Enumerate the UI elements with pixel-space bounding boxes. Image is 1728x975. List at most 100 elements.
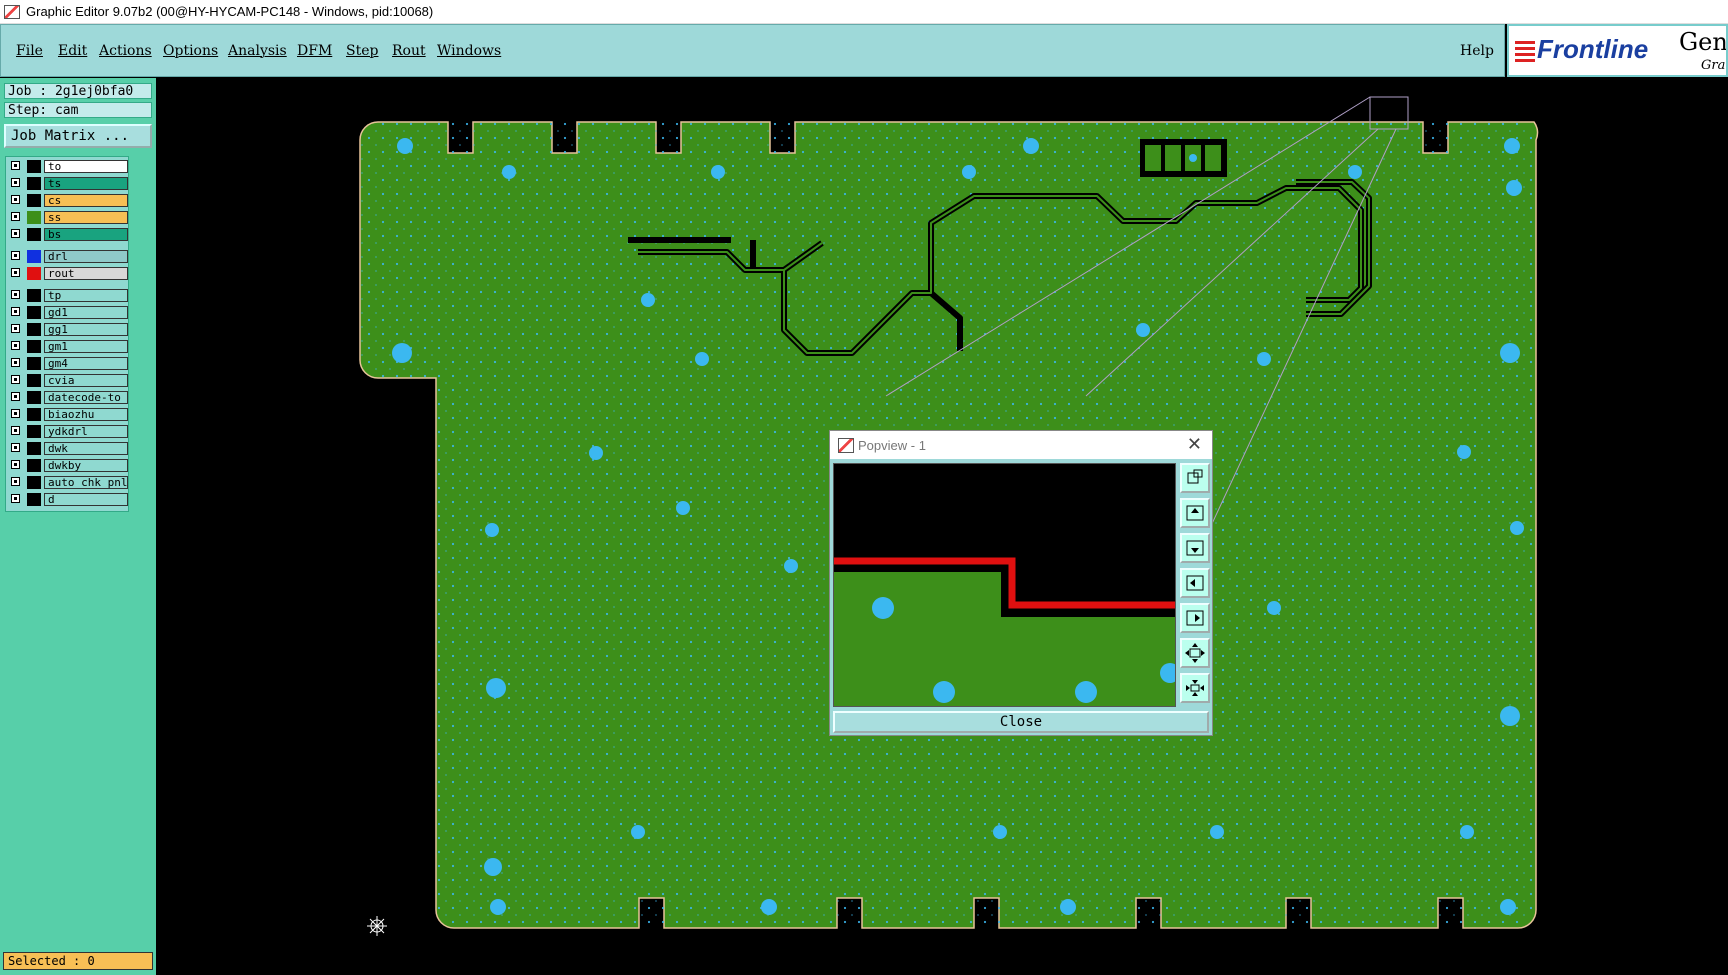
layer-checkbox[interactable] (11, 477, 20, 486)
layer-checkbox[interactable] (11, 392, 20, 401)
layer-color-swatch[interactable] (27, 459, 41, 472)
layer-name[interactable]: cvia (44, 374, 128, 387)
layer-name[interactable]: to (44, 160, 128, 173)
pan-left-button[interactable] (1180, 568, 1210, 598)
layer-color-swatch[interactable] (27, 476, 41, 489)
layer-checkbox[interactable] (11, 161, 20, 170)
layer-row-dwk[interactable]: dwk (6, 441, 128, 456)
layer-name[interactable]: datecode-to (44, 391, 128, 404)
layer-name[interactable]: tp (44, 289, 128, 302)
layer-name[interactable]: bs (44, 228, 128, 241)
layer-row-rout[interactable]: rout (6, 266, 128, 281)
layer-row-cs[interactable]: cs (6, 193, 128, 208)
layer-color-swatch[interactable] (27, 391, 41, 404)
layer-color-swatch[interactable] (27, 374, 41, 387)
layer-name[interactable]: dwk (44, 442, 128, 455)
layer-row-to[interactable]: to (6, 159, 128, 174)
layer-row-auto_chk_pnl[interactable]: auto_chk_pnl (6, 475, 128, 490)
layer-checkbox[interactable] (11, 195, 20, 204)
layer-color-swatch[interactable] (27, 425, 41, 438)
layer-name[interactable]: biaozhu (44, 408, 128, 421)
popview-close-button[interactable]: Close (833, 711, 1209, 733)
layer-row-ydkdrl[interactable]: ydkdrl (6, 424, 128, 439)
layer-row-biaozhu[interactable]: biaozhu (6, 407, 128, 422)
layer-checkbox[interactable] (11, 460, 20, 469)
layer-color-swatch[interactable] (27, 442, 41, 455)
layer-color-swatch[interactable] (27, 493, 41, 506)
layer-row-bs[interactable]: bs (6, 227, 128, 242)
layer-checkbox[interactable] (11, 178, 20, 187)
menu-edit[interactable]: Edit (58, 43, 87, 59)
layer-color-swatch[interactable] (27, 250, 41, 263)
layer-name[interactable]: gg1 (44, 323, 128, 336)
layer-checkbox[interactable] (11, 409, 20, 418)
menu-step[interactable]: Step (346, 43, 378, 59)
layer-name[interactable]: ydkdrl (44, 425, 128, 438)
layer-row-drl[interactable]: drl (6, 249, 128, 264)
layer-checkbox[interactable] (11, 375, 20, 384)
layer-color-swatch[interactable] (27, 267, 41, 280)
layer-color-swatch[interactable] (27, 408, 41, 421)
menu-dfm[interactable]: DFM (297, 43, 332, 59)
layer-name[interactable]: ts (44, 177, 128, 190)
layer-name[interactable]: auto_chk_pnl (44, 476, 128, 489)
layer-row-ts[interactable]: ts (6, 176, 128, 191)
layer-row-gm1[interactable]: gm1 (6, 339, 128, 354)
layer-name[interactable]: cs (44, 194, 128, 207)
layer-checkbox[interactable] (11, 443, 20, 452)
menu-windows[interactable]: Windows (437, 43, 501, 59)
layer-checkbox[interactable] (11, 251, 20, 260)
pan-up-button[interactable] (1180, 498, 1210, 528)
layer-checkbox[interactable] (11, 229, 20, 238)
layer-checkbox[interactable] (11, 494, 20, 503)
layer-name[interactable]: gm4 (44, 357, 128, 370)
layer-row-dwkby[interactable]: dwkby (6, 458, 128, 473)
layer-name[interactable]: drl (44, 250, 128, 263)
menu-actions[interactable]: Actions (99, 43, 152, 59)
layer-checkbox[interactable] (11, 341, 20, 350)
layer-name[interactable]: ss (44, 211, 128, 224)
layer-row-datecode-to[interactable]: datecode-to (6, 390, 128, 405)
menu-analysis[interactable]: Analysis (228, 43, 287, 59)
layer-row-gg1[interactable]: gg1 (6, 322, 128, 337)
layer-color-swatch[interactable] (27, 289, 41, 302)
layer-color-swatch[interactable] (27, 194, 41, 207)
layer-color-swatch[interactable] (27, 228, 41, 241)
popview-titlebar[interactable]: Popview - 1 ✕ (830, 431, 1212, 459)
layer-name[interactable]: d (44, 493, 128, 506)
layer-color-swatch[interactable] (27, 323, 41, 336)
layer-color-swatch[interactable] (27, 340, 41, 353)
pan-right-button[interactable] (1180, 603, 1210, 633)
layer-name[interactable]: gd1 (44, 306, 128, 319)
layer-checkbox[interactable] (11, 290, 20, 299)
close-icon[interactable]: ✕ (1187, 434, 1202, 455)
layer-color-swatch[interactable] (27, 177, 41, 190)
layer-color-swatch[interactable] (27, 357, 41, 370)
layer-color-swatch[interactable] (27, 306, 41, 319)
zoom-out-button[interactable] (1180, 673, 1210, 703)
menu-rout[interactable]: Rout (392, 43, 426, 59)
layer-row-d[interactable]: d (6, 492, 128, 507)
layer-name[interactable]: gm1 (44, 340, 128, 353)
layer-checkbox[interactable] (11, 426, 20, 435)
zoom-fit-button[interactable] (1180, 463, 1210, 493)
layer-color-swatch[interactable] (27, 160, 41, 173)
layer-row-gm4[interactable]: gm4 (6, 356, 128, 371)
layer-checkbox[interactable] (11, 212, 20, 221)
layer-row-ss[interactable]: ss (6, 210, 128, 225)
layer-name[interactable]: dwkby (44, 459, 128, 472)
layer-checkbox[interactable] (11, 268, 20, 277)
layer-checkbox[interactable] (11, 324, 20, 333)
layer-checkbox[interactable] (11, 358, 20, 367)
job-matrix-button[interactable]: Job Matrix ... (4, 124, 152, 148)
menu-options[interactable]: Options (163, 43, 218, 59)
pan-down-button[interactable] (1180, 533, 1210, 563)
layer-checkbox[interactable] (11, 307, 20, 316)
menu-file[interactable]: File (16, 43, 43, 59)
layer-name[interactable]: rout (44, 267, 128, 280)
menu-help[interactable]: Help (1460, 43, 1494, 59)
popview-viewport[interactable] (833, 463, 1176, 707)
zoom-in-button[interactable] (1180, 638, 1210, 668)
layer-color-swatch[interactable] (27, 211, 41, 224)
layer-row-tp[interactable]: tp (6, 288, 128, 303)
